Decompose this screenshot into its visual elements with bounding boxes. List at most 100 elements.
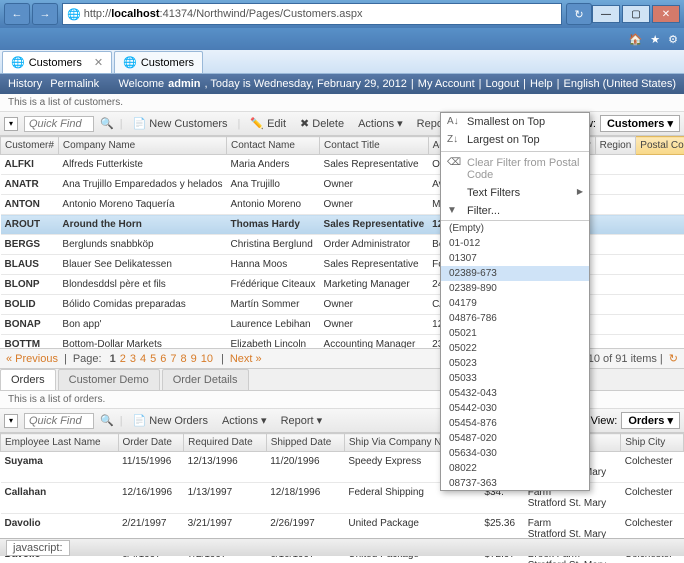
filter-icon: ▼ bbox=[447, 205, 461, 216]
filter-value[interactable]: 05022 bbox=[441, 341, 589, 356]
delete-button[interactable]: ✖Delete bbox=[296, 115, 348, 132]
home-icon[interactable]: 🏠 bbox=[629, 33, 643, 46]
clear-filter-icon: ⌫ bbox=[447, 157, 461, 168]
history-link[interactable]: History bbox=[8, 78, 42, 90]
minimize-button[interactable]: — bbox=[592, 5, 620, 23]
language-link[interactable]: English (United States) bbox=[564, 78, 677, 90]
filter-value[interactable]: 05442-030 bbox=[441, 401, 589, 416]
actions-dropdown[interactable]: Actions ▾ bbox=[354, 115, 407, 132]
page-link[interactable]: 3 bbox=[130, 353, 136, 365]
tab-customer-demo[interactable]: Customer Demo bbox=[58, 369, 160, 390]
clear-filter[interactable]: ⌫Clear Filter from Postal Code bbox=[441, 154, 589, 184]
filter-value[interactable]: 08737-363 bbox=[441, 476, 589, 490]
column-header[interactable]: Company Name bbox=[58, 137, 226, 155]
maximize-button[interactable]: ▢ bbox=[622, 5, 650, 23]
orders-actions-dropdown[interactable]: Actions ▾ bbox=[218, 412, 271, 429]
page-link[interactable]: 10 bbox=[201, 353, 213, 365]
filter-value[interactable]: 02389-890 bbox=[441, 281, 589, 296]
orders-report-dropdown[interactable]: Report ▾ bbox=[277, 412, 327, 429]
tab-customers-1[interactable]: 🌐Customers✕ bbox=[2, 51, 112, 73]
browser-titlebar: ← → 🌐 http://localhost:41374/Northwind/P… bbox=[0, 0, 684, 28]
filter-value[interactable]: 04179 bbox=[441, 296, 589, 311]
column-header[interactable]: Postal Code ▾ bbox=[636, 137, 684, 155]
filter-value[interactable]: 05487-020 bbox=[441, 431, 589, 446]
page-link[interactable]: 2 bbox=[120, 353, 126, 365]
filter-value[interactable]: (Empty) bbox=[441, 221, 589, 236]
filter-value[interactable]: 05454-876 bbox=[441, 416, 589, 431]
back-button[interactable]: ← bbox=[4, 3, 30, 25]
page-link[interactable]: 5 bbox=[150, 353, 156, 365]
orders-view-selector[interactable]: Orders ▾ bbox=[621, 412, 680, 429]
my-account-link[interactable]: My Account bbox=[418, 78, 475, 90]
tools-icon[interactable]: ⚙ bbox=[668, 33, 678, 46]
column-header[interactable]: Ship City bbox=[621, 434, 684, 452]
address-bar[interactable]: 🌐 http://localhost:41374/Northwind/Pages… bbox=[62, 3, 562, 25]
filter-value[interactable]: 05021 bbox=[441, 326, 589, 341]
orders-menu-dropdown[interactable]: ▾ bbox=[4, 414, 18, 428]
edit-button[interactable]: ✏️Edit bbox=[246, 115, 290, 132]
filter-value[interactable]: 01307 bbox=[441, 251, 589, 266]
new-icon: 📄 bbox=[133, 414, 147, 427]
prev-page[interactable]: « Previous bbox=[6, 353, 58, 365]
page-subtitle: This is a list of customers. bbox=[0, 94, 684, 112]
forward-button[interactable]: → bbox=[32, 3, 58, 25]
page-icon: 🌐 bbox=[67, 8, 81, 21]
next-page[interactable]: Next » bbox=[230, 353, 262, 365]
page-link[interactable]: 1 bbox=[110, 353, 116, 365]
filter-value[interactable]: 08022 bbox=[441, 461, 589, 476]
filter-value[interactable]: 05634-030 bbox=[441, 446, 589, 461]
browser-toolbar: 🏠 ★ ⚙ bbox=[0, 28, 684, 50]
page-link[interactable]: 6 bbox=[160, 353, 166, 365]
search-icon[interactable]: 🔍 bbox=[100, 414, 114, 427]
column-header[interactable]: Employee Last Name bbox=[1, 434, 119, 452]
orders-quick-find[interactable] bbox=[24, 413, 94, 429]
edit-icon: ✏️ bbox=[250, 117, 264, 130]
filter-value[interactable]: 05033 bbox=[441, 371, 589, 386]
close-button[interactable]: ✕ bbox=[652, 5, 680, 23]
filter-value[interactable]: 05023 bbox=[441, 356, 589, 371]
column-header[interactable]: Shipped Date bbox=[266, 434, 344, 452]
column-header[interactable]: Contact Title bbox=[320, 137, 429, 155]
tab-customers-2[interactable]: 🌐Customers bbox=[114, 51, 203, 73]
filter-value[interactable]: 01-012 bbox=[441, 236, 589, 251]
filter-value[interactable]: 05432-043 bbox=[441, 386, 589, 401]
view-selector[interactable]: Customers ▾ bbox=[600, 115, 680, 132]
page-link[interactable]: 4 bbox=[140, 353, 146, 365]
search-icon[interactable]: 🔍 bbox=[100, 117, 114, 130]
tab-icon: 🌐 bbox=[11, 56, 25, 69]
page-link[interactable]: 9 bbox=[191, 353, 197, 365]
close-tab-icon[interactable]: ✕ bbox=[94, 56, 103, 69]
sort-desc-icon: Z↓ bbox=[447, 134, 461, 145]
column-header[interactable]: Contact Name bbox=[227, 137, 320, 155]
permalink-link[interactable]: Permalink bbox=[50, 78, 99, 90]
column-header[interactable]: Required Date bbox=[184, 434, 267, 452]
logout-link[interactable]: Logout bbox=[486, 78, 520, 90]
tab-order-details[interactable]: Order Details bbox=[162, 369, 249, 390]
tab-orders[interactable]: Orders bbox=[0, 369, 56, 390]
column-header[interactable]: Region bbox=[595, 137, 636, 155]
filter-value[interactable]: 02389-673 bbox=[441, 266, 589, 281]
tab-icon: 🌐 bbox=[123, 56, 137, 69]
filter-dialog[interactable]: ▼Filter... bbox=[441, 202, 589, 220]
favorites-icon[interactable]: ★ bbox=[650, 33, 660, 46]
sort-descending[interactable]: Z↓Largest on Top bbox=[441, 131, 589, 149]
new-button[interactable]: 📄New Customers bbox=[129, 115, 232, 132]
sort-asc-icon: A↓ bbox=[447, 116, 461, 127]
refresh-button[interactable]: ↻ bbox=[566, 3, 592, 25]
column-header[interactable]: Customer# bbox=[1, 137, 59, 155]
app-header: History Permalink Welcome admin, Today i… bbox=[0, 74, 684, 94]
filter-value[interactable]: 04876-786 bbox=[441, 311, 589, 326]
delete-icon: ✖ bbox=[300, 117, 309, 130]
menu-dropdown[interactable]: ▾ bbox=[4, 117, 18, 131]
refresh-grid[interactable]: ↻ bbox=[669, 352, 678, 365]
filter-values-list[interactable]: (Empty)01-0120130702389-67302389-8900417… bbox=[441, 220, 589, 490]
new-orders-button[interactable]: 📄New Orders bbox=[129, 412, 212, 429]
sort-ascending[interactable]: A↓Smallest on Top bbox=[441, 113, 589, 131]
column-header[interactable]: Order Date bbox=[118, 434, 184, 452]
postal-code-filter-menu: A↓Smallest on Top Z↓Largest on Top ⌫Clea… bbox=[440, 112, 590, 491]
page-link[interactable]: 7 bbox=[170, 353, 176, 365]
page-link[interactable]: 8 bbox=[180, 353, 186, 365]
help-link[interactable]: Help bbox=[530, 78, 553, 90]
text-filters-menu[interactable]: Text Filters bbox=[441, 184, 589, 202]
quick-find-input[interactable] bbox=[24, 116, 94, 132]
